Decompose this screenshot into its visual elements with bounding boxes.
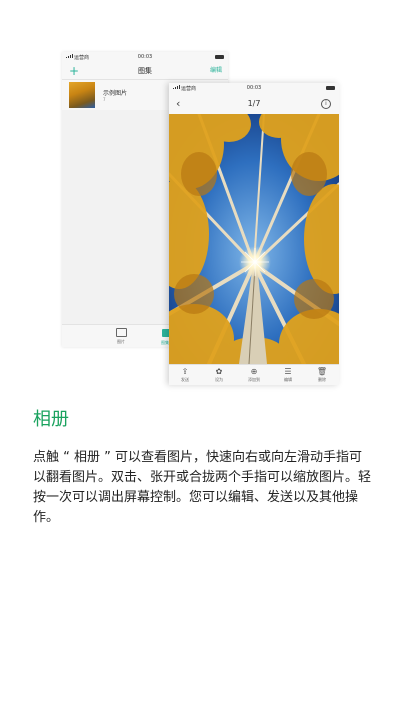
section-body: 点触 “ 相册 ” 可以查看图片，快速向右或向左滑动手指可以翻看图片。双击、张开… xyxy=(33,450,372,525)
add-circle-icon: ⊕ xyxy=(250,367,258,376)
add-to-button[interactable]: ⊕ 添加到 xyxy=(242,367,266,383)
photo-counter: 1/7 xyxy=(247,99,261,108)
status-bar: 运营商 00:03 xyxy=(169,83,339,94)
tab-albums-label: 图集 xyxy=(161,340,169,345)
delete-button[interactable]: 🗑 删除 xyxy=(310,367,334,383)
viewer-toolbar: ⇪ 发送 ✿ 设为 ⊕ 添加到 ☰ 编辑 🗑 删除 xyxy=(169,364,339,385)
battery-icon xyxy=(215,55,224,59)
edit-label: 编辑 xyxy=(284,377,292,382)
set-as-button[interactable]: ✿ 设为 xyxy=(207,367,231,383)
section-heading: 相册 xyxy=(33,409,69,430)
page-title: 图集 xyxy=(138,67,152,75)
album-header: + 图集 编辑 xyxy=(62,63,228,80)
photo-image[interactable] xyxy=(169,114,339,364)
share-label: 发送 xyxy=(181,377,189,382)
album-count: 7 xyxy=(103,97,106,102)
edit-button[interactable]: ☰ 编辑 xyxy=(276,367,300,383)
battery-icon xyxy=(326,86,335,90)
tab-photos-label: 图片 xyxy=(117,339,125,344)
tab-photos[interactable]: 图片 xyxy=(114,328,128,345)
album-thumbnail xyxy=(69,82,95,108)
aspen-trees-photo xyxy=(169,114,339,364)
trash-icon: 🗑 xyxy=(316,367,328,376)
share-button[interactable]: ⇪ 发送 xyxy=(173,367,197,383)
flower-icon: ✿ xyxy=(215,367,223,376)
set-as-label: 设为 xyxy=(215,377,223,382)
status-bar: 运营商 00:03 xyxy=(62,52,228,63)
album-name: 示例图片 xyxy=(103,90,128,97)
edit-button[interactable]: 编辑 xyxy=(210,63,222,79)
share-icon: ⇪ xyxy=(181,367,189,376)
photo-viewer-screen: 运营商 00:03 ‹ 1/7 i ⇪ 发送 ✿ 设为 ⊕ 添加到 ☰ 编辑 🗑… xyxy=(169,83,339,385)
add-to-label: 添加到 xyxy=(248,377,260,382)
info-icon[interactable]: i xyxy=(321,99,331,109)
clock: 00:03 xyxy=(137,54,153,60)
viewer-header: ‹ 1/7 i xyxy=(169,94,339,114)
delete-label: 删除 xyxy=(318,377,326,382)
image-icon xyxy=(115,328,127,337)
edit-icon: ☰ xyxy=(284,367,292,376)
clock: 00:03 xyxy=(246,85,262,91)
